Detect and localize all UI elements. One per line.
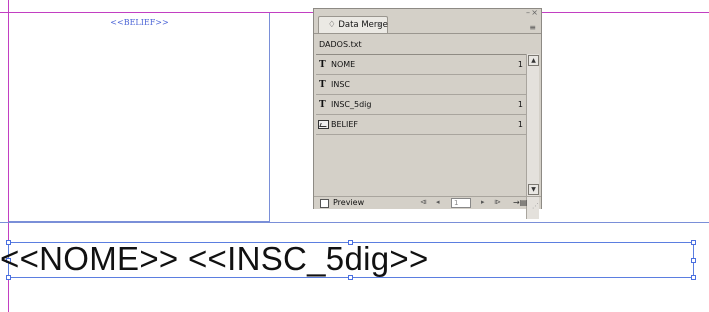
scroll-down-button[interactable]: ▼ [528,184,539,195]
panel-close-icon[interactable]: × [531,8,538,17]
text-field-icon: T [319,100,326,110]
frame-handle-bottom-right[interactable] [691,275,696,280]
preview-label: Preview [333,198,365,207]
tab-close-icon[interactable]: × [376,20,383,29]
panel-menu-icon[interactable]: ≡ [529,23,536,32]
record-number-field[interactable]: 1 [451,198,471,208]
field-label: BELIEF [331,120,359,129]
field-count: 1 [517,100,523,109]
first-record-icon[interactable]: ⧏ [420,198,427,206]
image-frame[interactable]: <<BELIEF>> [9,13,270,222]
data-merge-panel: – × ♢ Data Merge × ≡ DADOS.txt T NOME 1 … [313,8,542,219]
resize-grip-icon[interactable]: ⋰ [532,202,539,210]
scroll-up-button[interactable]: ▲ [528,55,539,66]
belief-placeholder: <<BELIEF>> [110,18,169,27]
last-record-icon[interactable]: ⧐ [494,198,501,206]
preview-checkbox[interactable] [320,199,329,208]
text-field-icon: T [319,80,326,90]
collapse-icon[interactable]: – [526,8,530,17]
field-row-nome[interactable]: T NOME 1 [316,55,526,75]
frame-edge-line [0,222,709,223]
field-label: INSC [331,80,351,89]
field-row-insc[interactable]: T INSC [316,75,526,95]
field-label: INSC_5dig [331,100,372,109]
panel-body: DADOS.txt T NOME 1 T INSC T INSC_5dig 1 … [314,33,541,219]
field-list: T NOME 1 T INSC T INSC_5dig 1 BELIEF 1 [316,54,526,200]
field-count: 1 [517,120,523,129]
next-record-icon[interactable]: ▸ [481,198,485,206]
create-merged-document-icon[interactable]: →▤ [513,198,527,207]
image-field-icon [318,120,329,129]
frame-handle-mid-right[interactable] [691,258,696,263]
field-row-insc-5dig[interactable]: T INSC_5dig 1 [316,95,526,115]
field-label: NOME [331,60,356,69]
tab-data-merge[interactable]: ♢ Data Merge × [318,16,388,33]
merge-placeholder-text[interactable]: <<NOME>> <<INSC_5dig>> [0,240,429,278]
field-list-scrollbar[interactable]: ▲ ▼ [526,54,539,219]
text-field-icon: T [319,60,326,70]
field-count: 1 [517,60,523,69]
data-source-filename: DADOS.txt [319,40,362,49]
previous-record-icon[interactable]: ◂ [436,198,440,206]
frame-handle-top-right[interactable] [691,240,696,245]
panel-footer: Preview ⧏ ◂ 1 ▸ ⧐ →▤ ⋰ [314,196,541,211]
field-row-belief[interactable]: BELIEF 1 [316,115,526,135]
